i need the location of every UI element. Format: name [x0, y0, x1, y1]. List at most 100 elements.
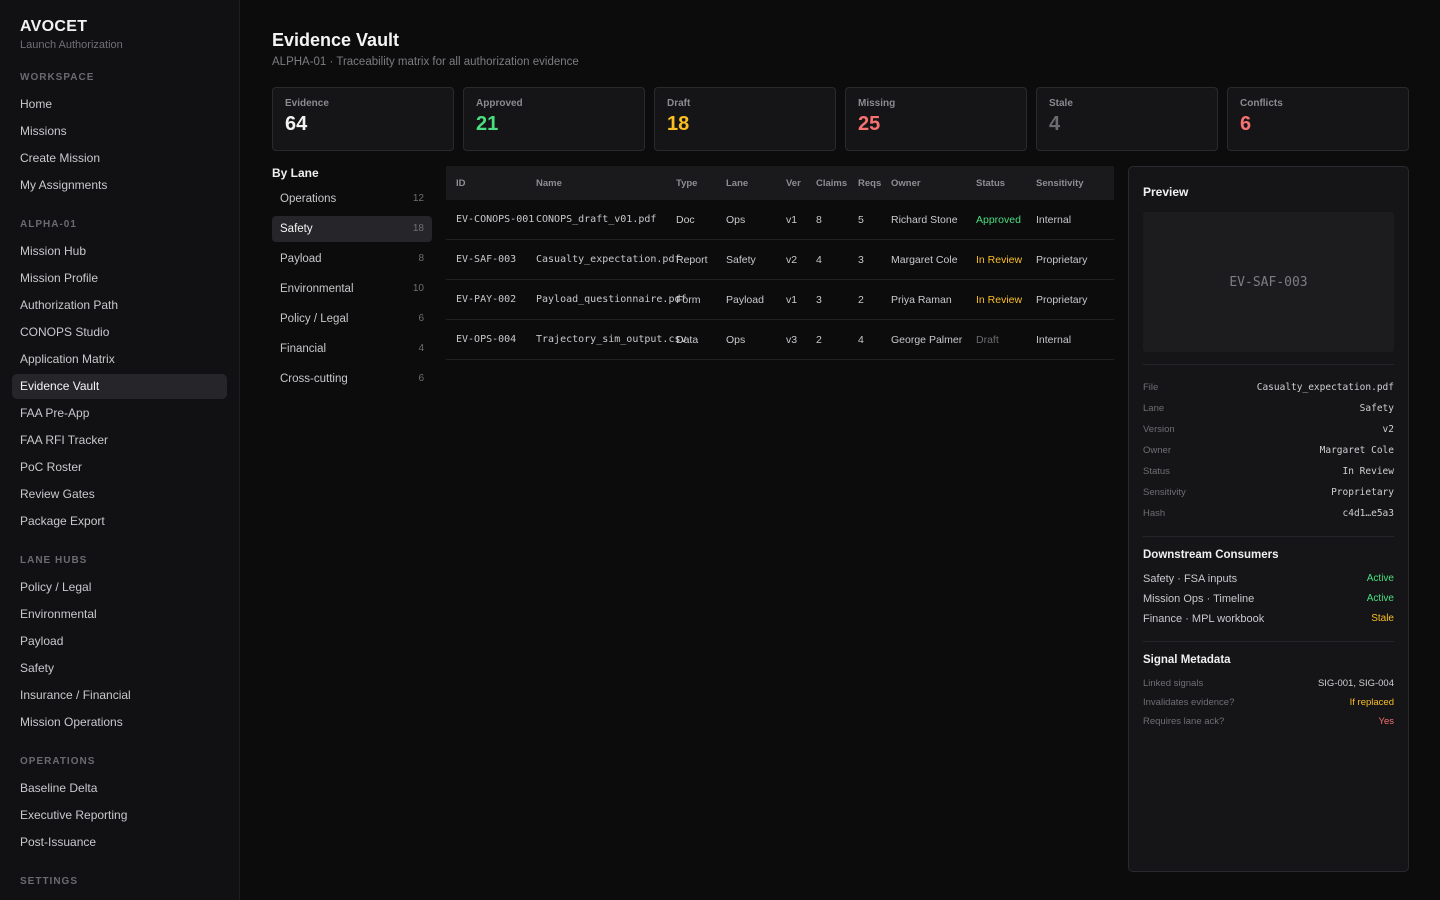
nav-item-home[interactable]: Home [12, 92, 227, 117]
lane-item-payload[interactable]: Payload 8 [272, 246, 432, 272]
stat-card-evidence[interactable]: Evidence 64 [272, 87, 454, 151]
signal-key: Requires lane ack? [1143, 716, 1225, 727]
stat-card-missing[interactable]: Missing 25 [845, 87, 1027, 151]
lane-item-environmental[interactable]: Environmental 10 [272, 276, 432, 302]
meta-hash: Hash c4d1…e5a3 [1143, 503, 1394, 524]
consumer-name: Finance · MPL workbook [1143, 613, 1265, 625]
col-header-lane[interactable]: Lane [726, 178, 786, 189]
nav-item-faa-pre-app[interactable]: FAA Pre-App [12, 401, 227, 426]
stat-card-conflicts[interactable]: Conflicts 6 [1227, 87, 1409, 151]
nav-item-safety[interactable]: Safety [12, 656, 227, 681]
cell-ver: v3 [786, 333, 798, 346]
cell-ver: v1 [786, 293, 798, 306]
stat-label: Conflicts [1240, 98, 1283, 109]
lane-item-safety[interactable]: Safety 18 [272, 216, 432, 242]
nav-item-evidence-vault[interactable]: Evidence Vault [12, 374, 227, 399]
col-header-sensitivity[interactable]: Sensitivity [1036, 178, 1114, 189]
signal-key: Linked signals [1143, 678, 1204, 689]
lane-count: 6 [418, 373, 424, 384]
col-header-claims[interactable]: Claims [816, 178, 858, 189]
col-header-ver[interactable]: Ver [786, 178, 816, 189]
col-header-reqs[interactable]: Reqs [858, 178, 891, 189]
consumer-item[interactable]: Safety · FSA inputs Active [1143, 569, 1394, 589]
stat-card-approved[interactable]: Approved 21 [463, 87, 645, 151]
lane-item-operations[interactable]: Operations 12 [272, 186, 432, 212]
stat-label: Draft [667, 98, 691, 109]
lane-count: 18 [412, 223, 424, 234]
nav-item-post-issuance[interactable]: Post-Issuance [12, 830, 227, 855]
meta-value: Safety [1359, 403, 1394, 414]
signal-metadata-title: Signal Metadata [1143, 654, 1231, 666]
cell-claims: 8 [816, 213, 822, 226]
stat-card-stale[interactable]: Stale 4 [1036, 87, 1218, 151]
nav-section-mission: ALPHA-01 Mission Hub Mission Profile Aut… [12, 218, 227, 534]
signal-row: Invalidates evidence? If replaced [1143, 693, 1394, 712]
nav-item-package-export[interactable]: Package Export [12, 509, 227, 534]
nav-item-my-assignments[interactable]: My Assignments [12, 173, 227, 198]
nav-item-mission-operations[interactable]: Mission Operations [12, 710, 227, 735]
stat-value: 6 [1240, 113, 1252, 135]
stat-value: 25 [858, 113, 881, 135]
meta-key: Status [1143, 466, 1170, 477]
meta-key: File [1143, 382, 1159, 393]
cell-claims: 3 [816, 293, 822, 306]
cell-lane: Ops [726, 333, 746, 346]
lane-item-cross-cutting[interactable]: Cross-cutting 6 [272, 366, 432, 392]
stat-card-draft[interactable]: Draft 18 [654, 87, 836, 151]
nav-item-missions[interactable]: Missions [12, 119, 227, 144]
cell-id: EV-SAF-003 [456, 254, 517, 265]
signal-row: Linked signals SIG-001, SIG-004 [1143, 674, 1394, 693]
consumer-item[interactable]: Mission Ops · Timeline Active [1143, 589, 1394, 609]
cell-sensitivity: Internal [1036, 213, 1072, 226]
nav-item-create-mission[interactable]: Create Mission [12, 146, 227, 171]
lane-count: 6 [418, 313, 424, 324]
lane-count: 12 [412, 193, 424, 204]
nav-item-review-gates[interactable]: Review Gates [12, 482, 227, 507]
table-row[interactable]: EV-CONOPS-001 CONOPS_draft_v01.pdf Doc O… [446, 200, 1114, 240]
col-header-status[interactable]: Status [976, 178, 1036, 189]
nav-item-policy-legal[interactable]: Policy / Legal [12, 575, 227, 600]
nav-item-payload[interactable]: Payload [12, 629, 227, 654]
meta-value: Casualty_expectation.pdf [1256, 382, 1394, 393]
stat-label: Approved [476, 98, 523, 109]
col-header-owner[interactable]: Owner [891, 178, 976, 189]
nav-item-faa-rfi-tracker[interactable]: FAA RFI Tracker [12, 428, 227, 453]
cell-type: Report [676, 253, 708, 266]
nav-item-environmental[interactable]: Environmental [12, 602, 227, 627]
cell-name: Payload_questionnaire.pdf [536, 294, 687, 305]
consumer-item[interactable]: Finance · MPL workbook Stale [1143, 609, 1394, 629]
col-header-name[interactable]: Name [536, 178, 676, 189]
stats-row: Evidence 64 Approved 21 Draft 18 Missing… [272, 87, 1409, 151]
meta-version: Version v2 [1143, 419, 1394, 440]
col-header-id[interactable]: ID [446, 178, 536, 189]
nav-item-executive-reporting[interactable]: Executive Reporting [12, 803, 227, 828]
nav-item-mission-profile[interactable]: Mission Profile [12, 266, 227, 291]
nav-item-authorization-path[interactable]: Authorization Path [12, 293, 227, 318]
nav-item-conops-studio[interactable]: CONOPS Studio [12, 320, 227, 345]
cell-name: Casualty_expectation.pdf [536, 254, 681, 265]
brand-name[interactable]: AVOCET [20, 18, 227, 36]
cell-id: EV-PAY-002 [456, 294, 517, 305]
meta-key: Sensitivity [1143, 487, 1186, 498]
signal-key: Invalidates evidence? [1143, 697, 1235, 708]
meta-sensitivity: Sensitivity Proprietary [1143, 482, 1394, 503]
nav-heading: WORKSPACE [20, 72, 95, 83]
nav-item-baseline-delta[interactable]: Baseline Delta [12, 776, 227, 801]
consumer-status: Active [1366, 593, 1394, 604]
col-header-type[interactable]: Type [676, 178, 726, 189]
document-preview[interactable]: EV-SAF-003 [1143, 212, 1394, 352]
cell-reqs: 2 [858, 293, 864, 306]
lane-item-financial[interactable]: Financial 4 [272, 336, 432, 362]
table-row[interactable]: EV-OPS-004 Trajectory_sim_output.csv Dat… [446, 320, 1114, 360]
table-row[interactable]: EV-SAF-003 Casualty_expectation.pdf Repo… [446, 240, 1114, 280]
lane-item-policy-legal[interactable]: Policy / Legal 6 [272, 306, 432, 332]
lane-label: Financial [280, 343, 327, 355]
table-row[interactable]: EV-PAY-002 Payload_questionnaire.pdf For… [446, 280, 1114, 320]
lane-label: Environmental [280, 283, 354, 295]
nav-item-insurance-financial[interactable]: Insurance / Financial [12, 683, 227, 708]
meta-value: v2 [1382, 424, 1394, 435]
nav-item-mission-hub[interactable]: Mission Hub [12, 239, 227, 264]
nav-item-poc-roster[interactable]: PoC Roster [12, 455, 227, 480]
cell-ver: v2 [786, 253, 798, 266]
nav-item-application-matrix[interactable]: Application Matrix [12, 347, 227, 372]
